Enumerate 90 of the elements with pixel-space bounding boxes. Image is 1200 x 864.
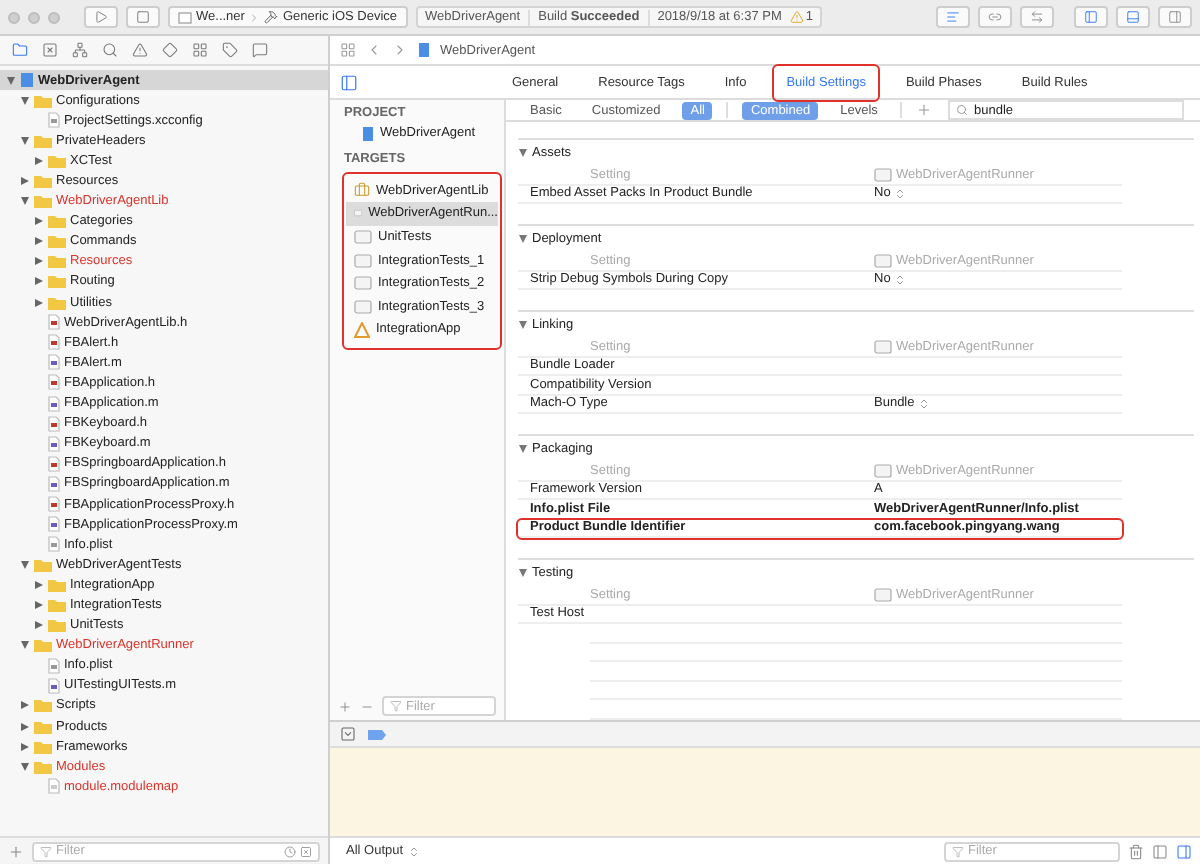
inspector-toggle-button[interactable] <box>1158 6 1192 28</box>
disclosure-triangle-icon[interactable] <box>33 155 43 166</box>
version-editor-button[interactable] <box>1020 6 1054 28</box>
file-icon <box>48 536 60 553</box>
stop-button[interactable] <box>126 6 160 28</box>
square-icon <box>300 845 312 857</box>
project-file-icon <box>362 125 374 142</box>
file-icon <box>48 395 60 412</box>
file-icon <box>48 516 60 533</box>
briefcase-icon <box>354 182 370 199</box>
disclosure-triangle-icon[interactable] <box>19 135 29 146</box>
disclosure-triangle-icon[interactable] <box>33 236 43 247</box>
disclosure-triangle-icon[interactable] <box>33 599 43 610</box>
file-icon <box>48 455 60 472</box>
filter-icon <box>390 700 402 712</box>
filter-icon <box>40 845 52 857</box>
disclosure-triangle-icon[interactable] <box>33 620 43 631</box>
project-file-icon <box>20 72 34 89</box>
scheme-icon <box>178 11 192 23</box>
disclosure-triangle-icon[interactable] <box>19 741 29 752</box>
filter-icon <box>952 845 964 857</box>
disclosure-triangle-icon[interactable] <box>33 276 43 287</box>
rings-icon <box>988 10 1002 24</box>
disclosure-triangle-icon[interactable] <box>19 640 29 651</box>
warning-icon[interactable] <box>132 42 148 58</box>
play-icon <box>94 10 108 24</box>
hide-panel-icon[interactable] <box>340 726 356 742</box>
folder-icon[interactable] <box>12 42 28 58</box>
trash-icon[interactable] <box>1128 843 1144 859</box>
file-icon <box>48 435 60 452</box>
diamond-icon[interactable] <box>162 42 178 58</box>
file-icon <box>48 314 60 331</box>
file-icon <box>48 778 60 795</box>
chevron-icon <box>248 11 261 23</box>
disclosure-triangle-icon[interactable] <box>19 176 29 187</box>
run-button[interactable] <box>84 6 118 28</box>
debug-toggle-button[interactable] <box>1116 6 1150 28</box>
file-icon <box>48 112 60 129</box>
file-icon <box>48 677 60 694</box>
disclosure-triangle-icon[interactable] <box>19 559 29 570</box>
disclosure-triangle-icon[interactable] <box>33 216 43 227</box>
lines-icon <box>946 10 960 24</box>
file-icon <box>48 496 60 513</box>
file-icon <box>48 657 60 674</box>
disclosure-triangle-icon[interactable] <box>33 297 43 308</box>
speech-bubble-icon[interactable] <box>252 42 268 58</box>
file-icon <box>48 354 60 371</box>
disclosure-triangle-icon[interactable] <box>518 568 528 578</box>
right-panel-icon <box>1168 10 1182 24</box>
disclosure-triangle-icon[interactable] <box>19 700 29 711</box>
disclosure-triangle-icon[interactable] <box>19 196 29 207</box>
disclosure-triangle-icon[interactable] <box>518 444 528 454</box>
hierarchy-icon[interactable] <box>72 42 88 58</box>
left-panel-icon[interactable] <box>1152 843 1168 859</box>
add-icon[interactable] <box>8 843 24 859</box>
disclosure-triangle-icon[interactable] <box>19 95 29 106</box>
left-panel-icon <box>1084 10 1098 24</box>
tag-icon[interactable] <box>222 42 238 58</box>
right-panel-icon[interactable] <box>1176 843 1192 859</box>
file-icon <box>48 475 60 492</box>
grid-icon[interactable] <box>340 42 356 58</box>
disclosure-triangle-icon[interactable] <box>5 75 15 86</box>
disclosure-triangle-icon[interactable] <box>33 256 43 267</box>
disclosure-triangle-icon[interactable] <box>518 234 528 244</box>
hammer-icon <box>264 10 279 24</box>
grid-icon[interactable] <box>192 42 208 58</box>
disclosure-triangle-icon[interactable] <box>19 761 29 772</box>
stop-icon <box>136 10 150 24</box>
disclosure-triangle-icon[interactable] <box>518 148 528 158</box>
standard-editor-button[interactable] <box>936 6 970 28</box>
file-icon <box>48 334 60 351</box>
clock-icon <box>284 845 296 857</box>
search-icon <box>956 104 968 116</box>
forward-icon[interactable] <box>392 42 408 58</box>
search-icon[interactable] <box>102 42 118 58</box>
file-icon <box>48 415 60 432</box>
assistant-editor-button[interactable] <box>978 6 1012 28</box>
app-icon <box>354 321 370 338</box>
disclosure-triangle-icon[interactable] <box>33 579 43 590</box>
navigator-toggle-button[interactable] <box>1074 6 1108 28</box>
breakpoint-icon[interactable] <box>368 729 386 739</box>
arrows-icon <box>1030 10 1044 24</box>
bottom-panel-icon <box>1126 10 1140 24</box>
project-file-icon <box>418 42 430 58</box>
file-icon <box>48 374 60 391</box>
square-icon[interactable] <box>42 42 58 58</box>
disclosure-triangle-icon[interactable] <box>19 721 29 732</box>
back-icon[interactable] <box>366 42 382 58</box>
sidebar-toggle-icon[interactable] <box>340 73 358 91</box>
disclosure-triangle-icon[interactable] <box>518 320 528 330</box>
